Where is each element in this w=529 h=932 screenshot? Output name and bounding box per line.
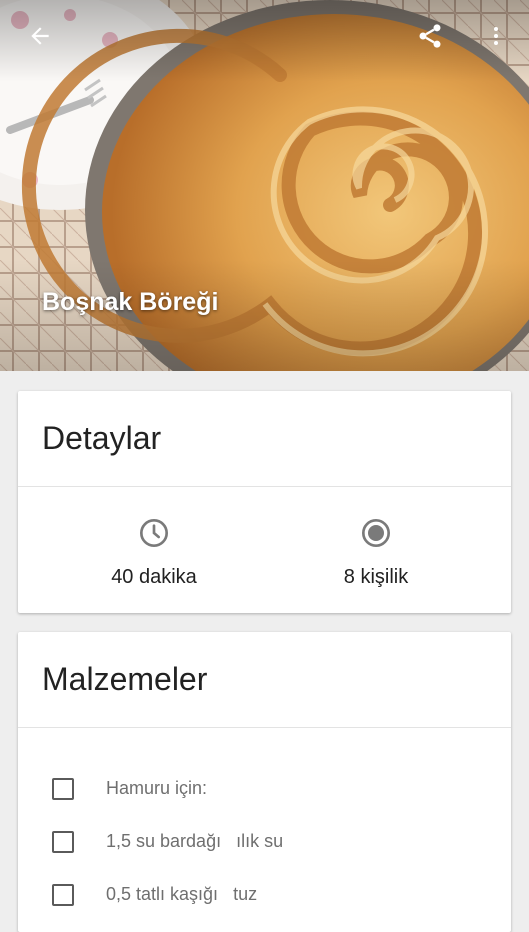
ingredients-header: Malzemeler bbox=[18, 632, 511, 728]
share-button[interactable] bbox=[408, 14, 452, 58]
share-icon bbox=[419, 24, 441, 48]
ingredients-card: Malzemeler Hamuru için: 1,5 su bardağı ı… bbox=[18, 632, 511, 932]
ingredient-text: 0,5 tatlı kaşığı tuz bbox=[106, 884, 258, 904]
ingredient-text: 1,5 su bardağı ılık su bbox=[106, 831, 284, 851]
ingredient-checkbox[interactable] bbox=[52, 830, 74, 853]
servings: 8 kişilik bbox=[266, 516, 486, 589]
ingredient-text: Hamuru için: bbox=[106, 778, 208, 798]
clock-icon bbox=[140, 519, 168, 547]
ingredient-list: Hamuru için: 1,5 su bardağı ılık su 0,5 … bbox=[18, 762, 511, 921]
details-card: Detaylar 40 dakika 8 kişilik bbox=[18, 391, 511, 613]
more-vert-icon bbox=[494, 27, 498, 45]
hero-image: Boşnak Böreği bbox=[0, 0, 529, 371]
more-options-button[interactable] bbox=[474, 14, 518, 58]
servings-icon bbox=[362, 519, 390, 547]
list-item: 1,5 su bardağı ılık su bbox=[18, 815, 511, 868]
back-button[interactable] bbox=[18, 14, 62, 58]
arrow-left-icon bbox=[31, 27, 49, 45]
details-header: Detaylar bbox=[18, 391, 511, 487]
recipe-title: Boşnak Böreği bbox=[42, 288, 219, 316]
list-item: 0,5 tatlı kaşığı tuz bbox=[18, 868, 511, 921]
cooking-time-label: 40 dakika bbox=[111, 566, 197, 588]
cooking-time: 40 dakika bbox=[44, 516, 264, 589]
ingredient-checkbox[interactable] bbox=[52, 883, 74, 906]
list-item: Hamuru için: bbox=[18, 762, 511, 815]
servings-label: 8 kişilik bbox=[343, 566, 409, 588]
ingredient-checkbox[interactable] bbox=[52, 777, 74, 800]
